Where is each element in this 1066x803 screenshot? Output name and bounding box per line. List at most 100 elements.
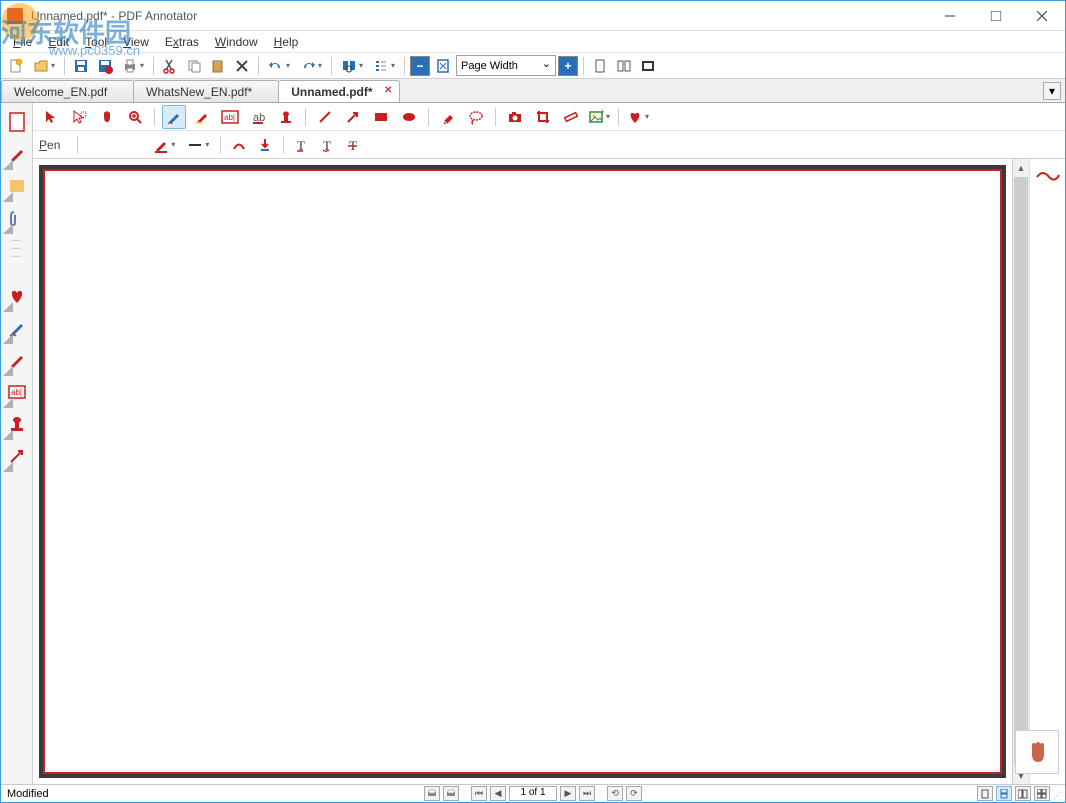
cut-button[interactable] — [159, 55, 181, 77]
main-toolbar: − Page Width + — [1, 53, 1065, 79]
favorites-dropdown[interactable] — [626, 105, 650, 129]
pen-tool[interactable] — [162, 105, 186, 129]
layout-single-button[interactable] — [977, 786, 993, 801]
stamp-fav-icon[interactable] — [4, 409, 30, 439]
pan-tool[interactable] — [95, 105, 119, 129]
copy-button[interactable] — [183, 55, 205, 77]
zoom-out-button[interactable]: − — [410, 56, 430, 76]
minimize-button[interactable] — [927, 1, 973, 31]
two-page-button[interactable] — [613, 55, 635, 77]
delete-button[interactable] — [231, 55, 253, 77]
menu-extras[interactable]: Extras — [157, 33, 207, 51]
nav-forward-button[interactable]: ⟳ — [626, 786, 642, 801]
new-button[interactable] — [5, 55, 27, 77]
tab-label: WhatsNew_EN.pdf* — [146, 85, 252, 99]
pen-fav-icon[interactable] — [4, 139, 30, 169]
ellipse-tool[interactable] — [397, 105, 421, 129]
underline-tool[interactable]: ab — [246, 105, 270, 129]
menu-edit[interactable]: Edit — [40, 33, 77, 51]
save-protected-button[interactable] — [94, 55, 116, 77]
menu-window[interactable]: Window — [207, 33, 266, 51]
print-button[interactable] — [118, 55, 148, 77]
zoom-in-button[interactable]: + — [558, 56, 578, 76]
pressure-option[interactable] — [254, 134, 276, 156]
bookmark-button[interactable] — [369, 55, 399, 77]
line-tool[interactable] — [313, 105, 337, 129]
width-picker[interactable] — [183, 134, 213, 156]
arrow-tool[interactable] — [341, 105, 365, 129]
measure-tool[interactable] — [559, 105, 583, 129]
crop-tool[interactable] — [531, 105, 555, 129]
close-button[interactable] — [1019, 1, 1065, 31]
clip-fav-icon[interactable] — [4, 203, 30, 233]
document-tab[interactable]: WhatsNew_EN.pdf* — [133, 80, 279, 102]
heart-fav-icon[interactable] — [4, 281, 30, 311]
save-button[interactable] — [70, 55, 92, 77]
paste-button[interactable] — [207, 55, 229, 77]
document-viewport[interactable] — [33, 159, 1012, 784]
document-page[interactable] — [43, 169, 1002, 774]
last-page-button[interactable]: ⏭ — [579, 786, 595, 801]
next-page-button[interactable]: ▶ — [560, 786, 576, 801]
note-fav-icon[interactable] — [4, 171, 30, 201]
fullscreen-button[interactable] — [637, 55, 659, 77]
select-tool[interactable] — [39, 105, 63, 129]
undo-button[interactable] — [264, 55, 294, 77]
menu-help[interactable]: Help — [266, 33, 307, 51]
tab-label: Welcome_EN.pdf — [14, 85, 107, 99]
menu-view[interactable]: View — [115, 33, 157, 51]
lasso-erase-tool[interactable] — [464, 105, 488, 129]
layout-two-page-button[interactable] — [1015, 786, 1031, 801]
rect-tool[interactable] — [369, 105, 393, 129]
separator — [64, 57, 65, 75]
text-strike-option[interactable]: T — [343, 134, 365, 156]
red-pen-fav-icon[interactable] — [4, 345, 30, 375]
separator — [428, 108, 429, 126]
prev-page-button[interactable]: ◀ — [490, 786, 506, 801]
palm-rejection-button[interactable] — [1015, 730, 1059, 774]
single-page-button[interactable] — [589, 55, 611, 77]
vertical-scrollbar[interactable]: ▲ ▼ — [1012, 159, 1029, 784]
canvas-area: ▲ ▼ — [33, 159, 1065, 784]
menu-file[interactable]: File — [5, 33, 40, 51]
document-tab[interactable]: Welcome_EN.pdf — [1, 80, 134, 102]
text-normal-option[interactable]: T — [291, 134, 313, 156]
layout-continuous-button[interactable] — [996, 786, 1012, 801]
fit-page-button[interactable] — [432, 55, 454, 77]
document-tab-active[interactable]: Unnamed.pdf*✕ — [278, 80, 399, 102]
find-button[interactable] — [337, 55, 367, 77]
zoom-select[interactable]: Page Width — [456, 55, 556, 76]
scroll-up-icon[interactable]: ▲ — [1013, 159, 1029, 176]
camera-tool[interactable] — [503, 105, 527, 129]
color-picker[interactable] — [149, 134, 179, 156]
scroll-thumb[interactable] — [1014, 177, 1028, 766]
nav-back-button[interactable]: ⟲ — [607, 786, 623, 801]
layout-two-cont-button[interactable] — [1034, 786, 1050, 801]
open-button[interactable] — [29, 55, 59, 77]
page-input[interactable]: 1 of 1 — [509, 786, 557, 801]
separator — [153, 57, 154, 75]
maximize-button[interactable] — [973, 1, 1019, 31]
text-tool[interactable]: ab| — [218, 105, 242, 129]
freehand-preview-icon[interactable] — [1034, 165, 1062, 185]
insert-image-tool[interactable]: + — [587, 105, 611, 129]
eraser-tool[interactable] — [436, 105, 460, 129]
page-thumb-icon[interactable] — [4, 107, 30, 137]
print-current-button[interactable] — [424, 786, 440, 801]
text-squiggle-option[interactable]: T — [317, 134, 339, 156]
lasso-tool[interactable] — [67, 105, 91, 129]
textbox-fav-icon[interactable]: ab| — [4, 377, 30, 407]
arrow-fav-icon[interactable] — [4, 441, 30, 471]
highlighter-tool[interactable] — [190, 105, 214, 129]
print-all-button[interactable] — [443, 786, 459, 801]
close-tab-icon[interactable]: ✕ — [384, 85, 392, 96]
zoom-tool[interactable] — [123, 105, 147, 129]
smooth-option[interactable] — [228, 134, 250, 156]
center-column: ab| ab + Pen — [33, 103, 1065, 784]
menu-tool[interactable]: Tool — [77, 33, 115, 51]
redo-button[interactable] — [296, 55, 326, 77]
tab-overflow-button[interactable]: ▾ — [1043, 82, 1061, 100]
blue-pen-fav-icon[interactable] — [4, 313, 30, 343]
first-page-button[interactable]: ⏮ — [471, 786, 487, 801]
stamp-tool[interactable] — [274, 105, 298, 129]
